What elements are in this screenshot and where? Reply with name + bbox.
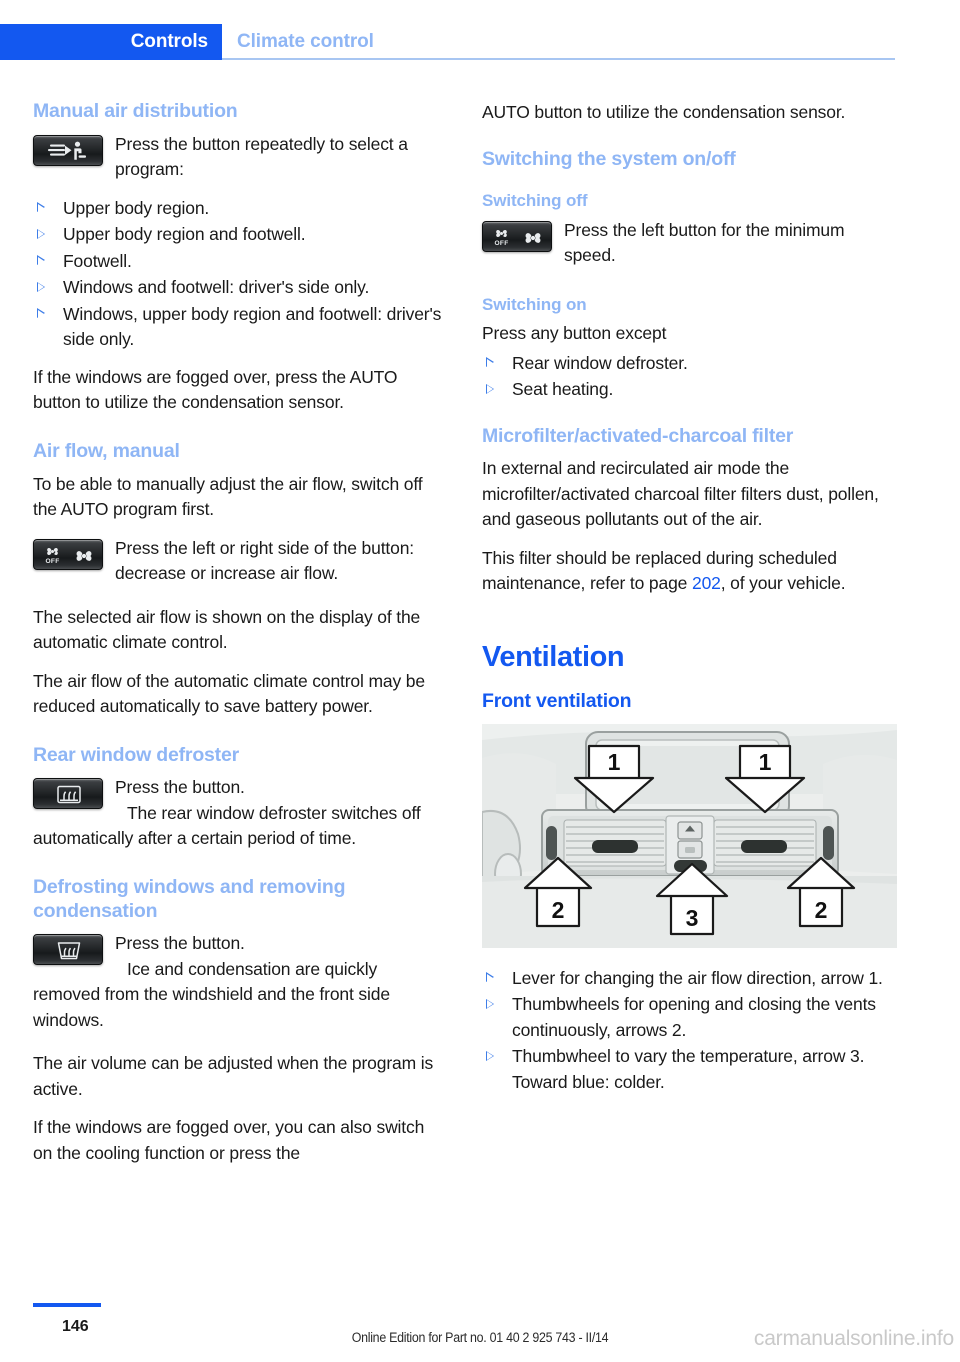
subheading-switching-on: Switching on	[482, 294, 587, 314]
manual-air-distribution-program-list: Upper body region. Upper body region and…	[33, 196, 448, 353]
list-item-label: Seat heating.	[512, 379, 614, 400]
svg-text:3: 3	[686, 905, 699, 931]
microfilter-text-after: , of your vehicle.	[720, 573, 846, 594]
list-item-label: Upper body region.	[63, 197, 210, 218]
air-flow-manual-intro: To be able to manually adjust the air fl…	[33, 473, 423, 520]
list-item-label: Windows, upper body region and footwell:…	[63, 303, 442, 350]
microfilter-paragraph-1: In external and recirculated air mode th…	[482, 458, 879, 530]
list-item-label: Upper body region and footwell.	[63, 224, 306, 245]
heading-front-ventilation: Front ventilation	[482, 690, 632, 713]
list-item: Upper body region.	[33, 196, 448, 222]
bullet-triangle-icon	[486, 1050, 494, 1061]
bullet-triangle-icon	[486, 357, 494, 368]
svg-text:2: 2	[552, 897, 565, 923]
bullet-triangle-icon	[37, 255, 45, 266]
breadcrumb-section[interactable]: Climate control	[237, 24, 374, 60]
heading-rear-window-defroster: Rear window defroster	[33, 743, 240, 766]
windshield-defroster-button-icon[interactable]	[33, 934, 103, 966]
chapter-title-ventilation: Ventilation	[482, 640, 625, 673]
header-divider	[222, 58, 895, 60]
svg-text:1: 1	[608, 749, 621, 775]
list-item: Thumbwheels for opening and closing the …	[482, 992, 897, 1043]
bullet-triangle-icon	[486, 972, 494, 983]
list-item-label: Windows and footwell: driver's side only…	[63, 277, 370, 298]
manual-air-distribution-icon-block: Press the button repeatedly to select a …	[33, 132, 448, 183]
air-flow-icon-block: OFF Press the left or right side of the …	[33, 536, 448, 587]
svg-text:1: 1	[759, 749, 772, 775]
defrosting-paragraph-2: If the windows are fogged over, you can …	[33, 1117, 425, 1163]
list-item-label: Thumbwheels for opening and closing the …	[512, 994, 876, 1040]
air-flow-paragraph-2: The air flow of the automatic climate co…	[33, 670, 425, 717]
list-item: Lever for changing the air flow directio…	[482, 966, 897, 992]
continuation-paragraph: AUTO button to utilize the condensation …	[482, 102, 846, 122]
list-item: Windows, upper body region and footwell:…	[33, 302, 448, 353]
footer-divider	[33, 1303, 101, 1307]
list-item: Thumbwheel to vary the temperature, arro…	[482, 1044, 897, 1095]
svg-text:OFF: OFF	[45, 558, 59, 565]
fan-off-button-icon[interactable]: OFF	[33, 538, 103, 570]
heading-manual-air-distribution: Manual air distribution	[33, 100, 238, 122]
list-item: Seat heating.	[482, 377, 897, 403]
right-column: AUTO button to utilize the condensation …	[482, 100, 897, 1107]
list-item-label: Rear window defroster.	[512, 352, 688, 373]
page-header: Controls Climate control	[0, 24, 960, 60]
switching-on-intro: Press any button except	[482, 323, 667, 344]
heading-switching-system: Switching the system on/off	[482, 147, 736, 170]
bullet-triangle-icon	[37, 228, 45, 239]
bullet-triangle-icon	[37, 281, 45, 292]
rear-defroster-icon-block: Press the button. The rear window defros…	[33, 775, 448, 852]
list-item: Windows and footwell: driver's side only…	[33, 275, 448, 301]
list-item: Upper body region and footwell.	[33, 222, 448, 248]
left-column: Manual air distribution Press the button…	[33, 100, 448, 1179]
bullet-triangle-icon	[486, 998, 494, 1009]
air-flow-paragraph-1: The selected air flow is shown on the di…	[33, 606, 421, 653]
list-item: Footwell.	[33, 249, 448, 275]
microfilter-paragraph-2: This filter should be replaced during sc…	[482, 546, 897, 597]
switching-off-icon-block: OFF Press the left button for the minimu…	[482, 218, 897, 269]
heading-air-flow-manual: Air flow, manual	[33, 439, 180, 462]
bullet-triangle-icon	[37, 308, 45, 319]
list-item-label: Footwell.	[63, 250, 132, 271]
list-item-label: Lever for changing the air flow directio…	[512, 967, 883, 988]
bullet-triangle-icon	[486, 383, 494, 394]
list-item-subline: Toward blue: colder.	[512, 1071, 665, 1092]
page-reference-link[interactable]: 202	[692, 573, 721, 593]
switching-on-exception-list: Rear window defroster. Seat heating.	[482, 351, 897, 403]
svg-text:OFF: OFF	[494, 240, 508, 247]
windshield-defroster-icon-block: Press the button. Ice and condensation a…	[33, 931, 448, 1033]
site-watermark: carmanualsonline.info	[753, 1327, 954, 1350]
heading-defrosting-windows: Defrosting windows and removing condensa…	[33, 875, 346, 922]
windshield-defroster-line-2: Ice and condensation are quickly removed…	[33, 958, 390, 1030]
heading-microfilter: Microfilter/activated-charcoal filter	[482, 424, 794, 447]
air-distribution-button-icon[interactable]	[33, 134, 103, 166]
subheading-switching-off: Switching off	[482, 191, 588, 211]
defrosting-paragraph-1: The air volume can be adjusted when the …	[33, 1053, 434, 1099]
ventilation-control-list: Lever for changing the air flow directio…	[482, 966, 897, 1096]
fan-off-button-icon[interactable]: OFF	[482, 220, 552, 252]
list-item-label: Thumbwheel to vary the temperature, arro…	[512, 1046, 865, 1067]
rear-defroster-button-icon[interactable]	[33, 778, 103, 810]
svg-text:2: 2	[815, 897, 828, 923]
manual-air-distribution-note: If the windows are fogged over, press th…	[33, 366, 398, 413]
front-ventilation-diagram: 1 1 2 3 2	[482, 723, 897, 948]
bullet-triangle-icon	[37, 202, 45, 213]
breadcrumb-chapter[interactable]: Controls	[0, 24, 222, 60]
list-item: Rear window defroster.	[482, 351, 897, 377]
